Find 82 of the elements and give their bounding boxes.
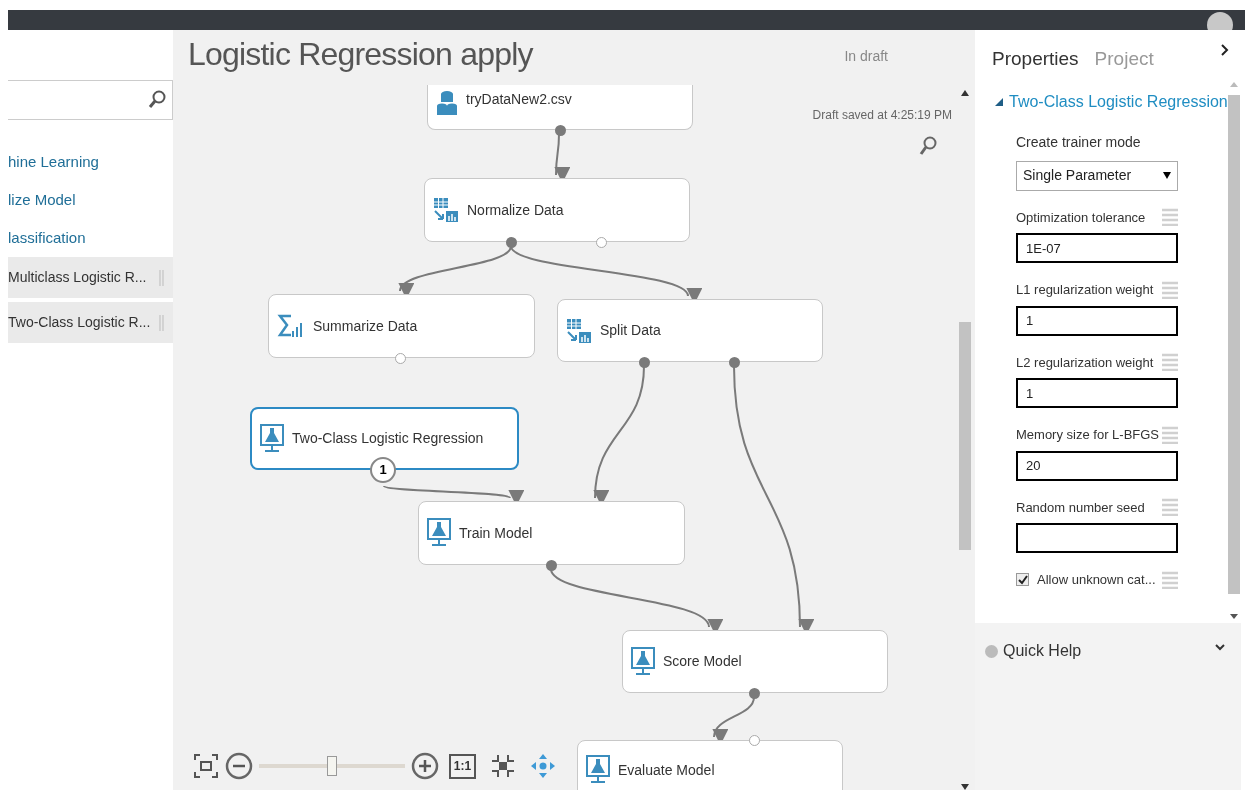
category-item[interactable]: hine Learning: [8, 143, 173, 181]
quick-help-title: Quick Help: [1003, 641, 1082, 661]
module-node[interactable]: Evaluate Model: [577, 740, 843, 790]
table-chart-icon: [566, 317, 592, 344]
search-field[interactable]: [8, 80, 173, 120]
module-node[interactable]: tryDataNew2.csv: [427, 85, 693, 130]
module-node[interactable]: Normalize Data: [424, 178, 690, 242]
scrollbar[interactable]: [958, 90, 972, 790]
node-label: tryDataNew2.csv: [466, 90, 572, 109]
output-port[interactable]: [506, 237, 517, 248]
checkbox-label: Allow unknown cat...: [1037, 571, 1156, 589]
search-icon: [148, 90, 166, 110]
node-label: Two-Class Logistic Regression: [292, 429, 484, 448]
output-port[interactable]: [639, 357, 650, 368]
module-node[interactable]: Split Data: [557, 299, 823, 362]
node-label: Normalize Data: [467, 200, 564, 220]
node-label: Summarize Data: [313, 316, 418, 336]
drag-grip-icon: [159, 269, 164, 286]
drag-handle-icon[interactable]: [1162, 353, 1178, 372]
checkbox[interactable]: [1016, 573, 1029, 587]
output-count-badge: 1: [370, 457, 396, 483]
input-port[interactable]: [596, 237, 607, 248]
drag-handle-icon[interactable]: [1162, 570, 1178, 589]
draft-status: In draft: [844, 47, 888, 66]
node-label: Split Data: [600, 321, 661, 340]
module-node[interactable]: Score Model: [622, 630, 888, 693]
fit-selection-icon[interactable]: [490, 753, 516, 779]
output-port[interactable]: [555, 125, 566, 136]
experiment-title: Logistic Regression apply: [188, 38, 533, 70]
module-item[interactable]: Two-Class Logistic R...: [8, 302, 173, 343]
sigma-chart-icon: [277, 313, 305, 339]
expanded-icon: [995, 97, 1003, 106]
zoom-slider[interactable]: [259, 756, 405, 776]
field-label: Create trainer mode: [1016, 132, 1142, 152]
drag-handle-icon[interactable]: [1162, 280, 1178, 299]
actual-size-button[interactable]: 1:1: [449, 753, 476, 779]
input-field[interactable]: 20: [1016, 450, 1178, 481]
dropdown-arrow-icon: [1163, 172, 1171, 179]
module-node[interactable]: Summarize Data: [268, 294, 535, 358]
fit-view-icon[interactable]: [193, 753, 219, 779]
pan-icon[interactable]: [530, 753, 556, 779]
output-port[interactable]: [749, 688, 760, 699]
zoom-in-icon[interactable]: [411, 752, 439, 780]
drag-grip-icon: [159, 314, 164, 331]
category-item[interactable]: lassification: [8, 219, 173, 257]
dropdown[interactable]: Single Parameter: [1016, 160, 1178, 191]
drag-handle-icon[interactable]: [1162, 498, 1178, 517]
category-item[interactable]: lize Model: [8, 181, 173, 219]
node-label: Score Model: [663, 652, 742, 671]
output-port[interactable]: [729, 357, 740, 368]
input-port[interactable]: [395, 353, 406, 364]
field-label: Memory size for L-BFGS: [1016, 426, 1160, 444]
flask-monitor-icon: [427, 518, 451, 548]
node-label: Evaluate Model: [618, 760, 715, 780]
draft-saved-text: Draft saved at 4:25:19 PM: [812, 107, 952, 124]
node-label: Train Model: [459, 523, 533, 543]
field-label: L1 regularization weight: [1016, 281, 1154, 299]
panel-tab[interactable]: Properties: [992, 45, 1079, 74]
field-label: Optimization tolerance: [1016, 208, 1146, 227]
expand-icon: [1215, 643, 1225, 651]
quick-help-panel[interactable]: Quick Help: [975, 623, 1241, 790]
table-chart-icon: [433, 197, 459, 223]
input-field[interactable]: [1016, 523, 1178, 553]
input-port[interactable]: [749, 735, 760, 746]
module-item[interactable]: Multiclass Logistic R...: [8, 257, 173, 298]
input-field[interactable]: 1E-07: [1016, 233, 1178, 263]
drag-handle-icon[interactable]: [1162, 425, 1178, 444]
drag-handle-icon[interactable]: [1162, 208, 1178, 227]
slider-thumb[interactable]: [327, 756, 337, 776]
module-node[interactable]: Train Model: [418, 501, 685, 565]
input-field[interactable]: 1: [1016, 305, 1178, 336]
flask-monitor-icon: [260, 423, 284, 454]
zoom-out-icon[interactable]: [225, 752, 253, 780]
flask-monitor-icon: [631, 646, 655, 677]
collapse-panel-icon[interactable]: [1221, 44, 1229, 56]
section-header[interactable]: Two-Class Logistic Regression: [995, 89, 1228, 114]
help-icon: [985, 644, 998, 658]
input-field[interactable]: 1: [1016, 378, 1178, 408]
field-label: Random number seed: [1016, 498, 1145, 517]
output-port[interactable]: [546, 560, 557, 571]
field-label: L2 regularization weight: [1016, 353, 1154, 372]
flask-monitor-icon: [586, 755, 610, 785]
